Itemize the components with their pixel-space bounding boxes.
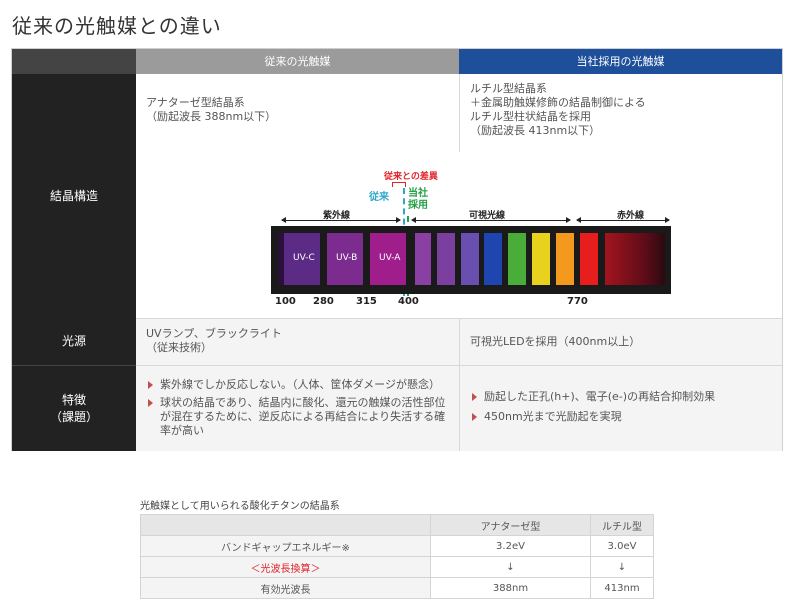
diff-label: 従来との差異 — [384, 172, 438, 182]
crystal-ours: ルチル型結晶系 ＋金属助触媒修飾の結晶制御による ルチル型柱状結晶を採用 （励起… — [459, 74, 782, 152]
crystal-table: アナターゼ型 ルチル型 バンドギャップエネルギー※ 3.2eV 3.0eV ＜光… — [140, 514, 654, 599]
tick-label: 280 — [313, 296, 334, 307]
row-label-feature: 特徴 （課題） — [12, 365, 136, 451]
feature-conventional-item: 紫外線でしか反応しない。（人体、筐体ダメージが懸念） — [146, 378, 451, 392]
row-label-light: 光源 — [12, 318, 136, 365]
uva-block: UV-A — [370, 233, 406, 285]
feature-ours-item: 励起した正孔(h+)、電子(e-)の再結合抑制効果 — [470, 390, 774, 404]
row-label-crystal: 結晶構造 — [12, 74, 136, 318]
table-cell: 388nm — [430, 577, 591, 599]
crystal-ours-line: （励起波長 413nm以下） — [470, 124, 601, 137]
table-cell: ↓ — [430, 556, 591, 578]
light-conventional-line: （従来技術） — [146, 341, 212, 354]
table-cell: 3.0eV — [590, 535, 654, 557]
table-cell: 3.2eV — [430, 535, 591, 557]
tick-label: 770 — [567, 296, 588, 307]
table-header-row: アナターゼ型 ルチル型 — [140, 514, 654, 536]
uvc-block: UV-C — [284, 233, 320, 285]
bullet-arrow-icon — [472, 413, 477, 421]
feature-conventional-item: 球状の結晶であり、結晶内に酸化、還元の触媒の活性部位が混在するために、逆反応によ… — [146, 396, 451, 438]
spectrum-bar: UV-C UV-B UV-A — [271, 226, 671, 294]
row-label-feature-line: 特徴 — [61, 392, 86, 407]
table-row: 有効光波長 388nm 413nm — [140, 577, 654, 599]
ours-label-line: 採用 — [408, 200, 428, 211]
conventional-label: 従来 — [369, 192, 389, 203]
comparison-table: 従来の光触媒 当社採用の光触媒 結晶構造 アナターゼ型結晶系 （励起波長 388… — [11, 48, 783, 451]
spectrum-diagram: 従来との差異 従来 当社 採用 紫外線 可視光線 赤外線 UV-C UV-B U… — [136, 152, 782, 318]
table-cell: 413nm — [590, 577, 654, 599]
feature-ours: 励起した正孔(h+)、電子(e-)の再結合抑制効果 450nm光まで光励起を実現 — [459, 365, 782, 451]
uva-label: UV-A — [379, 253, 401, 263]
ours-label-line: 当社 — [408, 188, 428, 199]
header-ours: 当社採用の光触媒 — [459, 49, 782, 74]
crystal-conventional-line: （励起波長 388nm以下） — [146, 110, 277, 123]
page-title: 従来の光触媒との違い — [12, 14, 222, 38]
visible-block — [580, 233, 598, 285]
table-header-cell: アナターゼ型 — [430, 514, 591, 536]
visible-block — [484, 233, 502, 285]
visible-block — [532, 233, 550, 285]
crystal-ours-line: ＋金属助触媒修飾の結晶制御による — [470, 96, 646, 109]
tick-label: 400 — [398, 296, 419, 307]
visible-block — [461, 233, 479, 285]
visible-block — [437, 233, 455, 285]
violet-block — [415, 233, 431, 285]
uvc-label: UV-C — [293, 253, 315, 263]
light-ours-line: 可視光LEDを採用（400nm以上） — [470, 335, 641, 348]
diff-bracket — [392, 182, 406, 187]
region-ir-arrow — [576, 217, 670, 223]
table-cell: ＜光波長換算＞ — [140, 556, 431, 578]
ours-label: 当社 採用 — [408, 188, 428, 212]
crystal-ours-line: ルチル型柱状結晶を採用 — [470, 110, 591, 123]
bullet-arrow-icon — [148, 399, 153, 407]
table-header-cell: ルチル型 — [590, 514, 654, 536]
table-row: ＜光波長換算＞ ↓ ↓ — [140, 556, 654, 578]
crystal-table-title: 光触媒として用いられる酸化チタンの結晶系 — [140, 501, 340, 512]
feature-conventional: 紫外線でしか反応しない。（人体、筐体ダメージが懸念） 球状の結晶であり、結晶内に… — [136, 365, 459, 451]
header-row: 従来の光触媒 当社採用の光触媒 — [12, 49, 782, 74]
header-conventional: 従来の光触媒 — [136, 49, 459, 74]
crystal-conventional: アナターゼ型結晶系 （励起波長 388nm以下） — [136, 74, 459, 152]
feature-ours-item: 450nm光まで光励起を実現 — [470, 410, 774, 424]
crystal-ours-line: ルチル型結晶系 — [470, 82, 547, 95]
bullet-arrow-icon — [472, 393, 477, 401]
infrared-block — [605, 233, 665, 285]
region-uv-arrow — [281, 217, 401, 223]
tick-label: 100 — [275, 296, 296, 307]
row-label-feature-line: （課題） — [49, 409, 98, 424]
bullet-arrow-icon — [148, 381, 153, 389]
uvb-label: UV-B — [336, 253, 358, 263]
light-conventional: UVランプ、ブラックライト （従来技術） — [136, 318, 459, 365]
table-row: バンドギャップエネルギー※ 3.2eV 3.0eV — [140, 535, 654, 557]
visible-block — [556, 233, 574, 285]
crystal-conventional-line: アナターゼ型結晶系 — [146, 96, 245, 109]
table-header-cell — [140, 514, 431, 536]
light-conventional-line: UVランプ、ブラックライト — [146, 327, 282, 340]
table-cell: 有効光波長 — [140, 577, 431, 599]
light-ours: 可視光LEDを採用（400nm以上） — [459, 318, 782, 365]
visible-block — [508, 233, 526, 285]
tick-label: 315 — [356, 296, 377, 307]
table-cell: バンドギャップエネルギー※ — [140, 535, 431, 557]
region-visible-arrow — [411, 217, 571, 223]
header-corner — [12, 49, 136, 74]
uvb-block: UV-B — [327, 233, 363, 285]
table-cell: ↓ — [590, 556, 654, 578]
